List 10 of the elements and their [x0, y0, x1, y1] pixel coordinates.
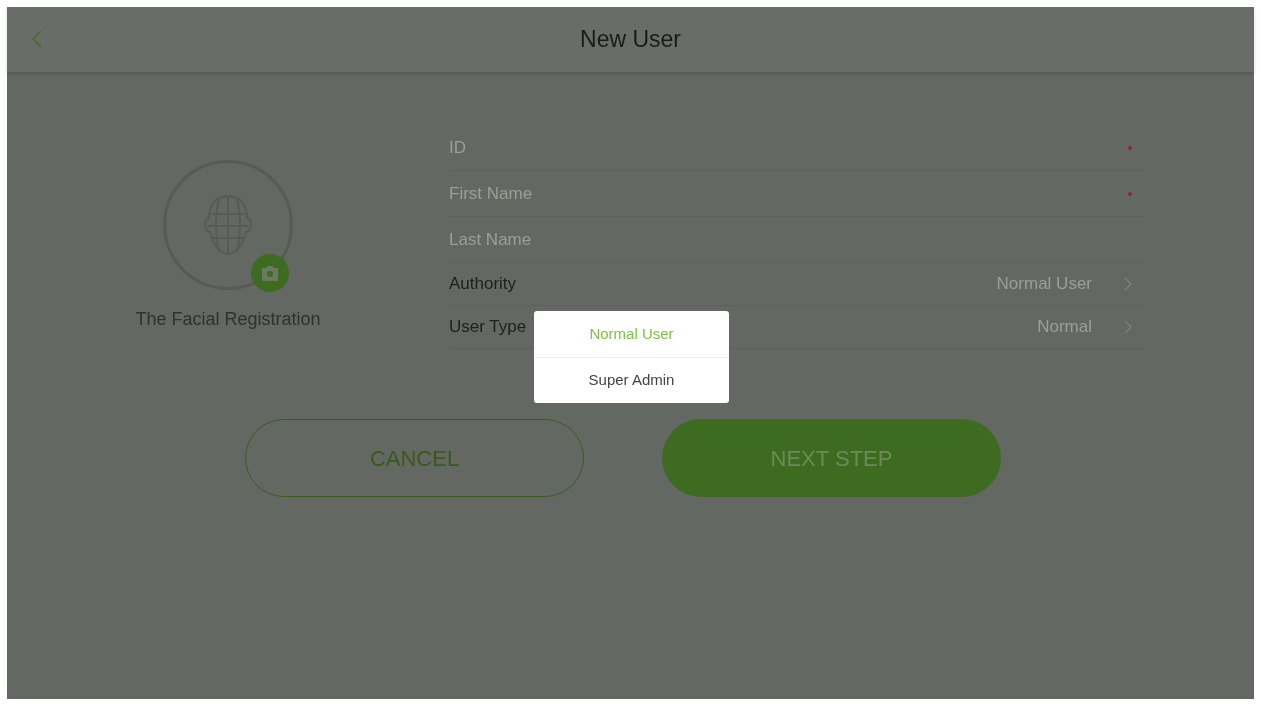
camera-icon [261, 265, 279, 281]
chevron-right-icon [1124, 320, 1132, 334]
next-button[interactable]: NEXT STEP [662, 419, 1001, 497]
back-chevron-icon [32, 30, 42, 48]
menu-option[interactable]: Super Admin [534, 357, 729, 403]
page-title: New User [580, 25, 681, 55]
field-label: Authority [449, 273, 517, 296]
chevron-right-icon [1124, 277, 1132, 291]
camera-button[interactable] [251, 254, 289, 292]
field-label: User Type [449, 316, 527, 339]
